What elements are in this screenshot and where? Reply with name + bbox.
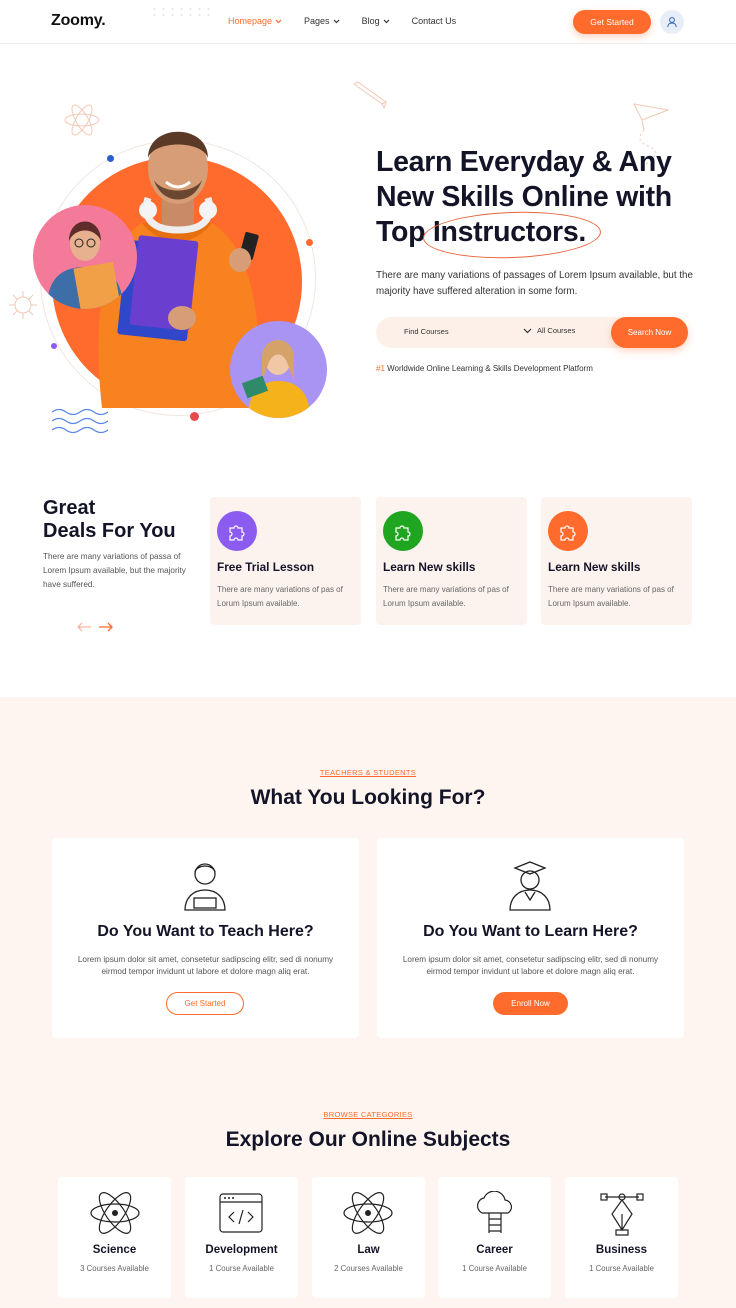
subject-name: Science: [92, 1244, 137, 1256]
chevron-down-icon: [275, 19, 282, 23]
student-woman-image: [230, 321, 327, 418]
subject-name: Development: [205, 1244, 278, 1256]
deal-card-description: There are many variations of pas of Loru…: [548, 585, 674, 608]
subject-count: 3 Courses Available: [80, 1264, 149, 1273]
decorative-dot: [107, 155, 114, 162]
logo[interactable]: Zoomy.: [51, 12, 106, 30]
subject-card-business[interactable]: Business 1 Course Available: [565, 1177, 678, 1298]
nav-label: Blog: [361, 16, 380, 26]
chevron-down-icon: [523, 328, 532, 333]
deal-card-description: There are many variations of pas of Loru…: [383, 585, 509, 608]
deal-card-title: Learn New skills: [548, 560, 641, 574]
deal-card[interactable]: Free Trial Lesson There are many variati…: [210, 497, 361, 625]
decorative-dot: [190, 412, 199, 421]
section-eyebrow: BROWSE CATEGORIES: [323, 1110, 413, 1119]
category-select-value: All Courses: [537, 326, 576, 335]
puzzle-icon: [395, 525, 411, 541]
hero-title-line: New Skills Online with: [376, 181, 672, 213]
nav-label: Pages: [304, 16, 330, 26]
deal-icon-circle: [383, 511, 423, 551]
subject-name: Career: [476, 1244, 513, 1256]
section-eyebrow: TEACHERS & STUDENTS: [319, 768, 417, 777]
nav-item-contact[interactable]: Contact Us: [412, 16, 457, 26]
teach-card-title: Do You Want to Teach Here?: [97, 923, 314, 940]
deals-description: There are many variations of passa of Lo…: [43, 552, 186, 589]
subject-count: 1 Course Available: [462, 1264, 527, 1273]
decorative-dot: [51, 343, 57, 349]
user-account-button[interactable]: [660, 10, 684, 34]
section-title: Explore Our Online Subjects: [225, 1128, 511, 1151]
pen-tool-icon: [600, 1193, 644, 1236]
deal-icon-circle: [548, 511, 588, 551]
get-started-button[interactable]: Get Started: [573, 10, 651, 34]
subject-card-development[interactable]: Development 1 Course Available: [185, 1177, 298, 1298]
deal-card-title: Learn New skills: [383, 560, 476, 574]
subject-name: Law: [357, 1244, 380, 1256]
arrow-right-icon[interactable]: [98, 621, 114, 633]
subject-count: 1 Course Available: [209, 1264, 274, 1273]
deal-card-description: There are many variations of pas of Loru…: [217, 585, 343, 608]
teach-card-description: Lorem ipsum dolor sit amet, consetetur s…: [77, 955, 334, 964]
search-now-button[interactable]: Search Now: [611, 317, 688, 348]
pencil-doodle-icon: [353, 81, 387, 110]
enroll-now-button[interactable]: Enroll Now: [493, 992, 568, 1015]
learn-card-description: eirmod tempor invidunt ut labore et dolo…: [426, 967, 635, 976]
user-icon: [667, 17, 677, 28]
atom-icon: [90, 1192, 140, 1234]
deals-title-line: Great: [43, 497, 96, 519]
chevron-down-icon: [383, 19, 390, 23]
nav-item-pages[interactable]: Pages: [304, 16, 340, 26]
nav-label: Contact Us: [411, 16, 457, 26]
nav-item-homepage[interactable]: Homepage: [228, 16, 282, 26]
puzzle-icon: [560, 525, 576, 541]
subject-count: 1 Course Available: [589, 1264, 654, 1273]
teacher-icon: [184, 863, 226, 911]
subject-count: 2 Courses Available: [334, 1264, 403, 1273]
deal-card[interactable]: Learn New skills There are many variatio…: [541, 497, 692, 625]
subject-card-career[interactable]: Career 1 Course Available: [438, 1177, 551, 1298]
get-started-button[interactable]: Get Started: [166, 992, 244, 1015]
deal-card[interactable]: Learn New skills There are many variatio…: [376, 497, 527, 625]
atom-icon: [343, 1192, 393, 1234]
decorative-dot: [306, 239, 313, 246]
learn-card-description: Lorem ipsum dolor sit amet, consetetur s…: [402, 955, 659, 964]
nav-item-blog[interactable]: Blog: [362, 16, 390, 26]
cloud-ladder-icon: [476, 1191, 513, 1233]
teach-card-description: eirmod tempor invidunt ut labore et dolo…: [101, 967, 310, 976]
hero-title-line: Learn Everyday & Any: [376, 146, 672, 178]
learn-card: Do You Want to Learn Here? Lorem ipsum d…: [377, 838, 684, 1038]
subject-name: Business: [595, 1244, 648, 1256]
subject-card-law[interactable]: Law 2 Courses Available: [312, 1177, 425, 1298]
wave-lines-icon: [51, 408, 108, 434]
platform-text: Worldwide Online Learning & Skills Devel…: [384, 364, 593, 373]
search-input[interactable]: Find Courses: [404, 327, 449, 336]
learn-card-title: Do You Want to Learn Here?: [423, 923, 638, 940]
chevron-down-icon: [333, 19, 339, 23]
code-window-icon: [219, 1193, 263, 1233]
section-title: What You Looking For?: [250, 786, 486, 809]
decorative-dots: [150, 6, 210, 20]
main-nav: Homepage Pages Blog Contact Us: [228, 16, 478, 26]
hero-description: There are many variations of passages of…: [376, 270, 693, 297]
puzzle-icon: [229, 525, 245, 541]
arrow-left-icon[interactable]: [76, 621, 92, 633]
deal-card-title: Free Trial Lesson: [217, 560, 315, 574]
graduate-icon: [509, 861, 551, 911]
deals-carousel-arrows: [76, 621, 114, 633]
deal-icon-circle: [217, 511, 257, 551]
teach-card: Do You Want to Teach Here? Lorem ipsum d…: [52, 838, 359, 1038]
deals-title: Great Deals For You: [43, 497, 176, 543]
platform-tagline: #1 Worldwide Online Learning & Skills De…: [376, 364, 593, 373]
gear-doodle-icon: [9, 291, 37, 319]
nav-label: Homepage: [228, 16, 273, 26]
student-girl-image: [33, 205, 137, 309]
deals-title-line: Deals For You: [43, 520, 176, 542]
category-select[interactable]: All Courses: [523, 326, 575, 335]
subject-card-science[interactable]: Science 3 Courses Available: [58, 1177, 171, 1298]
platform-rank: #1: [376, 364, 385, 373]
